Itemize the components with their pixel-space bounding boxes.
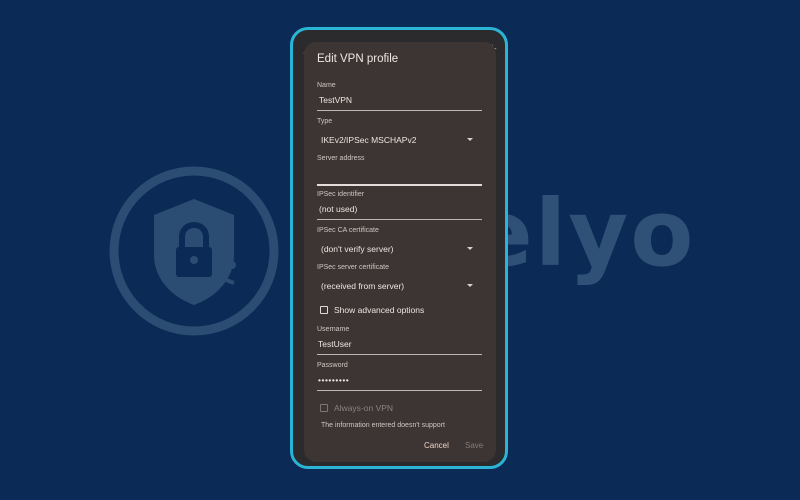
username-label: Username xyxy=(317,326,350,333)
edit-vpn-dialog: Edit VPN profile Name TestVPN Type IKEv2… xyxy=(304,42,496,462)
chevron-down-icon[interactable] xyxy=(467,284,473,287)
type-label: Type xyxy=(317,118,333,125)
info-message: The information entered doesn't support xyxy=(321,422,445,429)
username-input[interactable]: TestUser xyxy=(318,339,482,350)
ipsec-identifier-field[interactable]: IPSec identifier (not used) xyxy=(317,191,482,220)
chevron-down-icon[interactable] xyxy=(467,247,473,250)
always-on-vpn-checkbox[interactable] xyxy=(320,404,328,412)
server-address-field[interactable]: Server address xyxy=(317,155,482,186)
dialog-title: Edit VPN profile xyxy=(317,53,399,65)
name-label: Name xyxy=(317,82,336,89)
ipsec-server-certificate-select[interactable]: (received from server) xyxy=(321,281,404,291)
save-button[interactable]: Save xyxy=(465,441,483,450)
ipsec-ca-certificate-select[interactable]: (don't verify server) xyxy=(321,244,393,254)
type-dropdown[interactable]: Type IKEv2/IPSec MSCHAPv2 xyxy=(317,118,482,145)
show-advanced-checkbox[interactable] xyxy=(320,306,328,314)
password-field[interactable]: Password ••••••••• xyxy=(317,362,482,391)
name-field[interactable]: Name TestVPN xyxy=(317,82,482,111)
name-input[interactable]: TestVPN xyxy=(319,95,482,106)
cancel-button[interactable]: Cancel xyxy=(424,441,449,450)
ipsec-server-certificate-label: IPSec server certificate xyxy=(317,264,389,271)
ipsec-identifier-input[interactable]: (not used) xyxy=(319,204,482,215)
password-label: Password xyxy=(317,362,348,369)
server-address-input[interactable] xyxy=(317,168,482,179)
server-address-label: Server address xyxy=(317,155,365,162)
password-input[interactable]: ••••••••• xyxy=(318,375,482,386)
ipsec-ca-certificate-dropdown[interactable]: IPSec CA certificate (don't verify serve… xyxy=(317,227,482,254)
chevron-down-icon[interactable] xyxy=(467,138,473,141)
shield-lock-logo-icon xyxy=(109,166,279,336)
type-select[interactable]: IKEv2/IPSec MSCHAPv2 xyxy=(321,135,416,145)
username-field[interactable]: Username TestUser xyxy=(317,326,482,355)
ipsec-server-certificate-dropdown[interactable]: IPSec server certificate (received from … xyxy=(317,264,482,291)
ipsec-identifier-label: IPSec identifier xyxy=(317,191,365,198)
always-on-vpn-label: Always-on VPN xyxy=(334,403,394,413)
show-advanced-label[interactable]: Show advanced options xyxy=(334,305,424,315)
ipsec-ca-certificate-label: IPSec CA certificate xyxy=(317,227,379,234)
